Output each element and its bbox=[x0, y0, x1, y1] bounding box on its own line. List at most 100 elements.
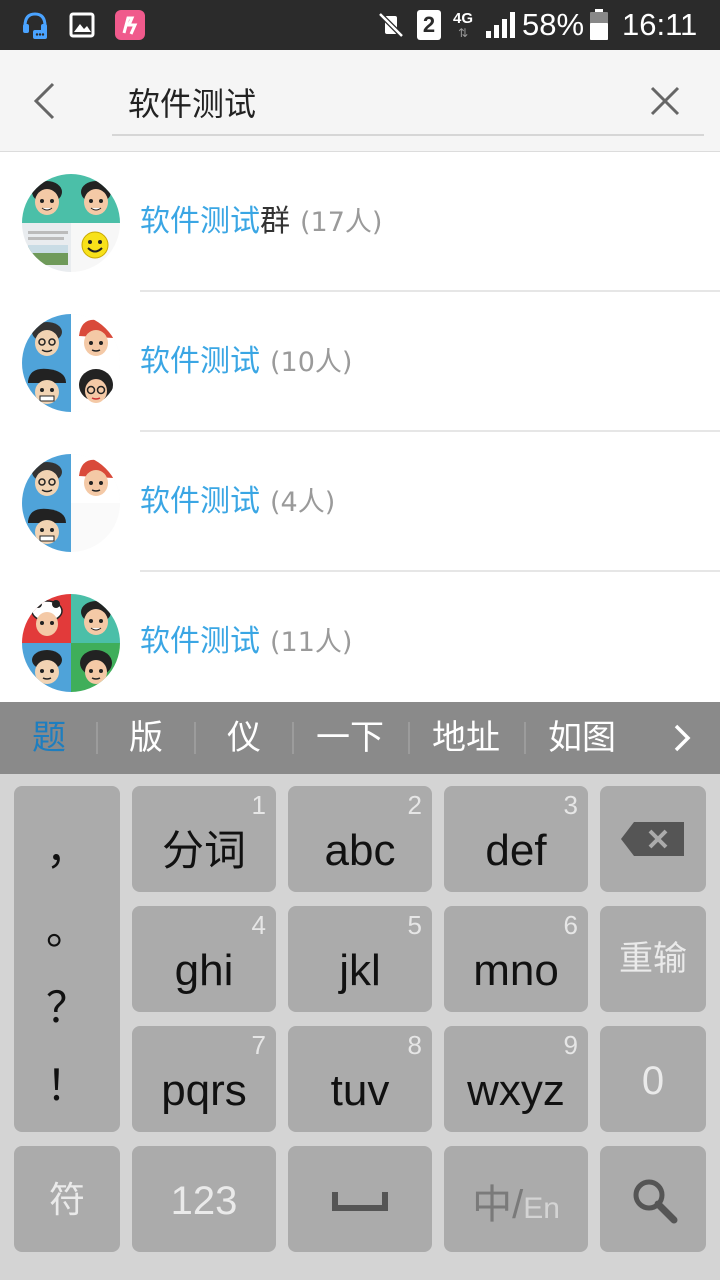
key-number: 5 bbox=[407, 910, 422, 940]
group-avatar bbox=[22, 454, 120, 552]
key-number: 1 bbox=[251, 790, 266, 820]
key-3[interactable]: 3 def bbox=[444, 786, 588, 892]
sim-badge: 2 bbox=[417, 10, 441, 40]
result-item[interactable]: 软件测试群 (17人) bbox=[0, 152, 720, 292]
search-key[interactable] bbox=[600, 1146, 706, 1252]
key-9[interactable]: 9 wxyz bbox=[444, 1026, 588, 1132]
candidate-word[interactable]: 如图 bbox=[532, 702, 632, 774]
divider bbox=[292, 722, 294, 754]
divider bbox=[96, 722, 98, 754]
key-label: mno bbox=[473, 946, 559, 995]
key-6[interactable]: 6 mno bbox=[444, 906, 588, 1012]
group-avatar bbox=[22, 594, 120, 692]
search-results-list: 软件测试群 (17人) 软件测试 (10人) 软件测试 (4人) 软件测试 (1… bbox=[0, 152, 720, 702]
member-avatar-icon bbox=[22, 363, 71, 412]
key-number: 6 bbox=[563, 910, 578, 940]
member-avatar-icon bbox=[22, 223, 71, 272]
member-avatar-icon bbox=[71, 314, 120, 363]
vibrate-off-icon bbox=[376, 9, 406, 41]
punctuation-comma: ， bbox=[45, 826, 88, 873]
result-name-highlight: 软件测试 bbox=[140, 624, 260, 659]
key-number: 9 bbox=[563, 1030, 578, 1060]
candidate-word[interactable]: 题 bbox=[10, 702, 88, 774]
search-input[interactable] bbox=[112, 70, 704, 136]
signal-strength-icon bbox=[484, 9, 516, 41]
backspace-icon bbox=[621, 822, 684, 856]
member-avatar-icon bbox=[22, 594, 71, 643]
network-type-indicator: 4G ⇅ bbox=[448, 9, 478, 41]
key-5[interactable]: 5 jkl bbox=[288, 906, 432, 1012]
ime-keyboard: ， 。 ？ ！ 1 分词 2 abc 3 def 4 ghi 5 jkl 6 m… bbox=[0, 774, 720, 1280]
result-name-highlight: 软件测试 bbox=[140, 204, 260, 239]
member-count: (10人) bbox=[270, 347, 353, 378]
key-number: 2 bbox=[407, 790, 422, 820]
key-label: abc bbox=[324, 826, 396, 875]
punctuation-key[interactable]: ， 。 ？ ！ bbox=[14, 786, 120, 1132]
smiley-icon bbox=[71, 223, 120, 272]
group-avatar bbox=[22, 174, 120, 272]
candidate-word[interactable]: 地址 bbox=[416, 702, 516, 774]
punctuation-period: 。 bbox=[45, 906, 88, 953]
key-label: 123 bbox=[170, 1179, 238, 1223]
key-number: 3 bbox=[563, 790, 578, 820]
reinput-key[interactable]: 重输 bbox=[600, 906, 706, 1012]
key-number: 4 bbox=[251, 910, 266, 940]
key-label: 0 bbox=[641, 1059, 665, 1103]
lang-english-label: En bbox=[523, 1192, 560, 1225]
key-label: pqrs bbox=[161, 1066, 247, 1115]
chevron-right-icon bbox=[674, 724, 691, 752]
search-icon bbox=[633, 1179, 678, 1224]
backspace-key[interactable] bbox=[600, 786, 706, 892]
divider bbox=[194, 722, 196, 754]
key-1[interactable]: 1 分词 bbox=[132, 786, 276, 892]
gallery-icon bbox=[68, 9, 96, 41]
member-avatar-icon bbox=[71, 363, 120, 412]
key-label: 分词 bbox=[161, 826, 246, 875]
numbers-key[interactable]: 123 bbox=[132, 1146, 276, 1252]
network-type-label: 4G bbox=[452, 10, 473, 27]
result-title: 软件测试 (11人) bbox=[140, 620, 352, 664]
key-label: jkl bbox=[339, 946, 381, 995]
candidate-word[interactable]: 仪 bbox=[202, 702, 286, 774]
key-7[interactable]: 7 pqrs bbox=[132, 1026, 276, 1132]
group-avatar bbox=[22, 314, 120, 412]
key-label: def bbox=[485, 826, 547, 875]
symbols-key[interactable]: 符 bbox=[14, 1146, 120, 1252]
result-title: 软件测试 (10人) bbox=[140, 340, 352, 384]
more-candidates-button[interactable] bbox=[662, 718, 702, 758]
candidate-word[interactable]: 一下 bbox=[300, 702, 400, 774]
assistant-headset-icon bbox=[20, 9, 50, 41]
result-name-suffix: 群 bbox=[260, 204, 290, 239]
battery-percent: 58% bbox=[522, 7, 585, 42]
key-label: 符 bbox=[48, 1180, 85, 1221]
lang-slash: / bbox=[512, 1183, 524, 1227]
key-4[interactable]: 4 ghi bbox=[132, 906, 276, 1012]
result-title: 软件测试 (4人) bbox=[140, 480, 335, 524]
member-count: (17人) bbox=[300, 207, 383, 238]
language-switch-label: 中/En bbox=[444, 1172, 588, 1230]
zero-key[interactable]: 0 bbox=[600, 1026, 706, 1132]
result-item[interactable]: 软件测试 (4人) bbox=[0, 432, 720, 572]
divider bbox=[408, 722, 410, 754]
member-avatar-icon bbox=[71, 454, 120, 503]
space-key[interactable] bbox=[288, 1146, 432, 1252]
search-header bbox=[0, 50, 720, 152]
key-2[interactable]: 2 abc bbox=[288, 786, 432, 892]
key-number: 8 bbox=[407, 1030, 422, 1060]
key-label: wxyz bbox=[467, 1066, 565, 1115]
punctuation-exclamation: ！ bbox=[45, 1062, 88, 1109]
member-avatar-icon bbox=[71, 594, 120, 643]
clear-search-button[interactable] bbox=[640, 76, 690, 126]
key-8[interactable]: 8 tuv bbox=[288, 1026, 432, 1132]
divider bbox=[524, 722, 526, 754]
result-item[interactable]: 软件测试 (11人) bbox=[0, 572, 720, 702]
result-item[interactable]: 软件测试 (10人) bbox=[0, 292, 720, 432]
close-icon bbox=[650, 86, 680, 116]
data-arrows-icon: ⇅ bbox=[457, 26, 469, 40]
chevron-left-icon bbox=[33, 82, 55, 120]
candidate-word[interactable]: 版 bbox=[104, 702, 188, 774]
ime-candidate-bar: 题 版 仪 一下 地址 如图 bbox=[0, 702, 720, 774]
member-count: (4人) bbox=[270, 487, 336, 518]
language-switch-key[interactable]: 中/En bbox=[444, 1146, 588, 1252]
back-button[interactable] bbox=[22, 76, 66, 126]
